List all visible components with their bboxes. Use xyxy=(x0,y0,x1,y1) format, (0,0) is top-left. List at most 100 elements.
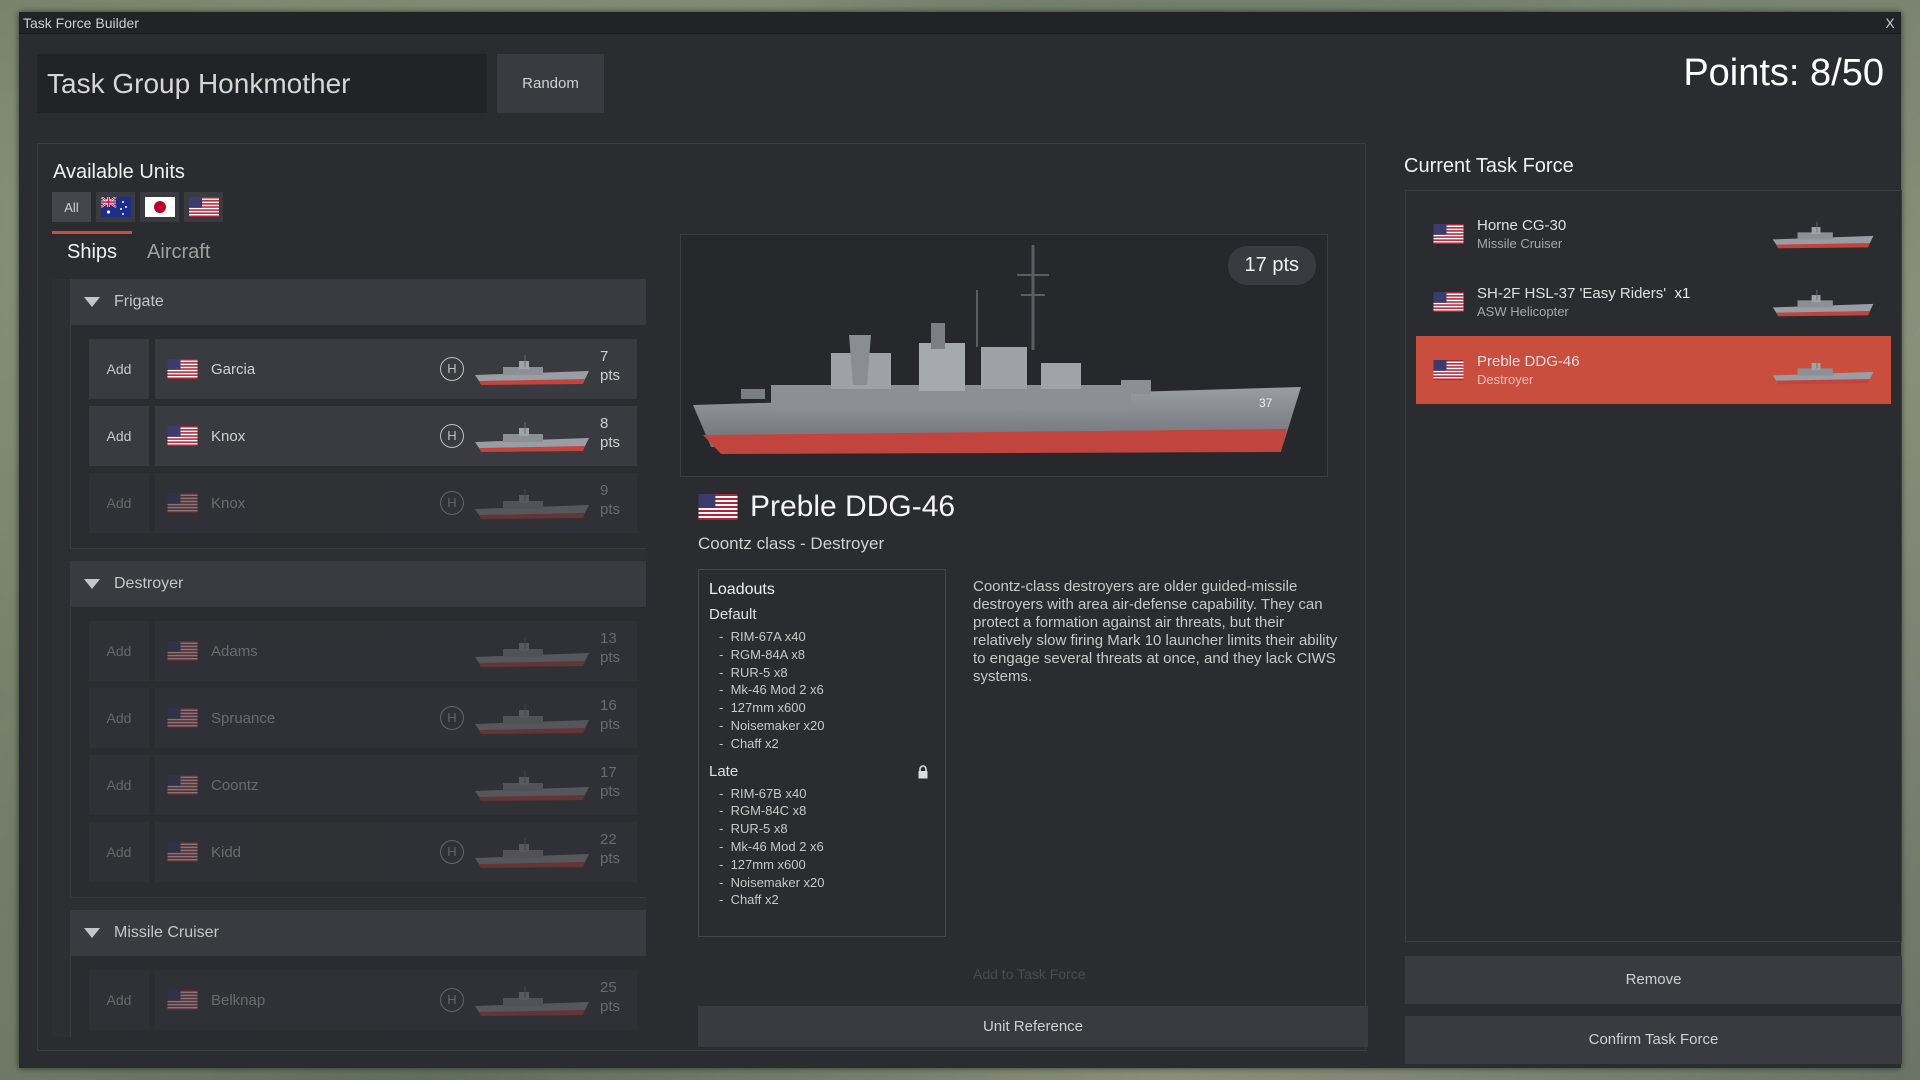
add-unit-button[interactable]: Add xyxy=(89,406,149,466)
ship-thumbnail-icon xyxy=(475,704,589,734)
unit-card[interactable]: Adams 13 pts xyxy=(155,621,637,681)
unit-points: 17 pts xyxy=(600,763,630,801)
task-force-item-name: SH-2F HSL-37 'Easy Riders' x1 xyxy=(1477,285,1690,302)
loadout-item-text: RUR-5 x8 xyxy=(730,664,788,680)
filter-australia-button[interactable] xyxy=(96,192,135,222)
usa-flag-icon xyxy=(1433,292,1464,312)
task-group-name-input[interactable] xyxy=(37,54,487,113)
group-header[interactable]: Frigate xyxy=(70,279,646,325)
points-counter: Points: 8/50 xyxy=(1683,52,1884,94)
loadout-item: - RUR-5 x8 xyxy=(719,664,788,680)
unit-points: 25 pts xyxy=(600,978,630,1016)
confirm-task-force-button[interactable]: Confirm Task Force xyxy=(1405,1016,1902,1064)
loadout-default-list: - RIM-67A x40 - RGM-84A x8 - RUR-5 x8 - Mk-… xyxy=(709,628,935,753)
loadout-late-title: Late xyxy=(709,762,739,780)
unit-card[interactable]: Coontz 17 pts xyxy=(155,755,637,815)
helicopter-capable-icon: H xyxy=(440,706,464,730)
unit-points-value: 25 xyxy=(600,979,617,996)
task-force-item-name-text: Preble DDG-46 xyxy=(1477,353,1580,370)
unit-points-value: 22 xyxy=(600,831,617,848)
task-force-item-name-text: Horne CG-30 xyxy=(1477,217,1567,234)
random-name-button[interactable]: Random xyxy=(497,54,604,113)
unit-name: Adams xyxy=(211,642,258,660)
loadout-late-header[interactable]: Late xyxy=(709,763,935,780)
unit-points-unit: pts xyxy=(600,716,621,733)
unit-points-value: 9 xyxy=(600,482,609,499)
add-unit-button[interactable]: Add xyxy=(89,688,149,748)
task-force-item-name-text: SH-2F HSL-37 'Easy Riders' xyxy=(1477,285,1667,302)
task-force-item-count: x1 xyxy=(1674,285,1691,302)
unit-group: Destroyer Add Adams 13 pts Add Spruance xyxy=(70,561,646,898)
add-unit-button[interactable]: Add xyxy=(89,621,149,681)
task-force-item[interactable]: SH-2F HSL-37 'Easy Riders' x1 ASW Helico… xyxy=(1416,268,1891,336)
unit-name: Garcia xyxy=(211,360,256,378)
loadout-item: - 127mm x600 xyxy=(719,856,806,872)
unit-points: 7 pts xyxy=(600,347,630,385)
filter-all-button[interactable]: All xyxy=(52,192,91,222)
helicopter-capable-icon: H xyxy=(440,424,464,448)
loadout-item-text: RIM-67B x40 xyxy=(730,785,807,801)
group-title: Destroyer xyxy=(114,575,184,592)
usa-flag-icon xyxy=(167,842,198,862)
add-unit-button[interactable]: Add xyxy=(89,473,149,533)
group-header[interactable]: Missile Cruiser xyxy=(70,910,646,956)
unit-card[interactable]: Spruance H 16 pts xyxy=(155,688,637,748)
unit-points-unit: pts xyxy=(600,501,621,518)
loadout-item: - Chaff x2 xyxy=(719,892,779,908)
unit-card[interactable]: Knox H 9 pts xyxy=(155,473,637,533)
unit-points: 9 pts xyxy=(600,481,630,519)
unit-row: Add Knox H 9 pts xyxy=(89,473,637,533)
usa-flag-icon xyxy=(167,990,198,1010)
add-to-task-force-button[interactable]: Add to Task Force xyxy=(973,966,1086,982)
remove-button[interactable]: Remove xyxy=(1405,956,1902,1004)
add-unit-button[interactable]: Add xyxy=(89,822,149,882)
task-force-item-text: Preble DDG-46 Destroyer xyxy=(1477,353,1580,387)
loadout-default-title[interactable]: Default xyxy=(709,606,935,623)
usa-flag-icon xyxy=(167,359,198,379)
task-force-item[interactable]: Preble DDG-46 Destroyer xyxy=(1416,336,1891,404)
group-title: Frigate xyxy=(114,293,164,310)
loadout-item-text: Chaff x2 xyxy=(730,735,779,751)
close-button[interactable]: X xyxy=(1879,12,1901,34)
task-force-thumbnail-icon xyxy=(1772,289,1874,317)
loadout-item: - Mk-46 Mod 2 x6 xyxy=(719,838,824,854)
group-body: Add Belknap H 25 pts xyxy=(70,956,646,1037)
task-force-item-name: Preble DDG-46 xyxy=(1477,353,1580,370)
usa-flag-icon xyxy=(698,494,738,520)
unit-card[interactable]: Kidd H 22 pts xyxy=(155,822,637,882)
lock-icon xyxy=(918,764,928,779)
filter-japan-button[interactable] xyxy=(140,192,179,222)
task-force-item[interactable]: Horne CG-30 Missile Cruiser xyxy=(1416,200,1891,268)
tab-aircraft[interactable]: Aircraft xyxy=(132,231,225,272)
loadout-item: - RIM-67B x40 xyxy=(719,785,807,801)
group-header[interactable]: Destroyer xyxy=(70,561,646,607)
ship-thumbnail-icon xyxy=(475,838,589,868)
unit-card[interactable]: Garcia H 7 pts xyxy=(155,339,637,399)
unit-reference-button[interactable]: Unit Reference xyxy=(698,1006,1368,1047)
unit-name: Kidd xyxy=(211,843,242,861)
unit-card[interactable]: Knox H 8 pts xyxy=(155,406,637,466)
usa-flag-icon xyxy=(188,197,219,217)
task-force-thumbnail-icon xyxy=(1772,221,1874,249)
unit-list[interactable]: Frigate Add Garcia H 7 pts Add Knox H 8 … xyxy=(52,279,646,1037)
unit-row: Add Spruance H 16 pts xyxy=(89,688,637,748)
loadout-item-text: 127mm x600 xyxy=(730,700,806,716)
unit-points: 13 pts xyxy=(600,629,630,667)
filter-usa-button[interactable] xyxy=(184,192,223,222)
tab-ships[interactable]: Ships xyxy=(52,231,133,272)
loadouts-box: Loadouts Default - RIM-67A x40 - RGM-84A … xyxy=(698,569,946,937)
unit-points: 22 pts xyxy=(600,830,630,868)
task-force-item-name: Horne CG-30 xyxy=(1477,217,1566,234)
unit-class-line: Coontz class - Destroyer xyxy=(698,534,885,553)
unit-card[interactable]: Belknap H 25 pts xyxy=(155,970,637,1030)
australia-flag-icon xyxy=(100,197,131,217)
loadout-item-text: 127mm x600 xyxy=(730,856,806,872)
ship-thumbnail-icon xyxy=(475,355,589,385)
unit-points-badge: 17 pts xyxy=(1227,246,1316,285)
add-unit-button[interactable]: Add xyxy=(89,755,149,815)
add-unit-button[interactable]: Add xyxy=(89,970,149,1030)
current-task-force-title: Current Task Force xyxy=(1404,155,1574,177)
add-unit-button[interactable]: Add xyxy=(89,339,149,399)
usa-flag-icon xyxy=(167,641,198,661)
unit-points: 16 pts xyxy=(600,696,630,734)
